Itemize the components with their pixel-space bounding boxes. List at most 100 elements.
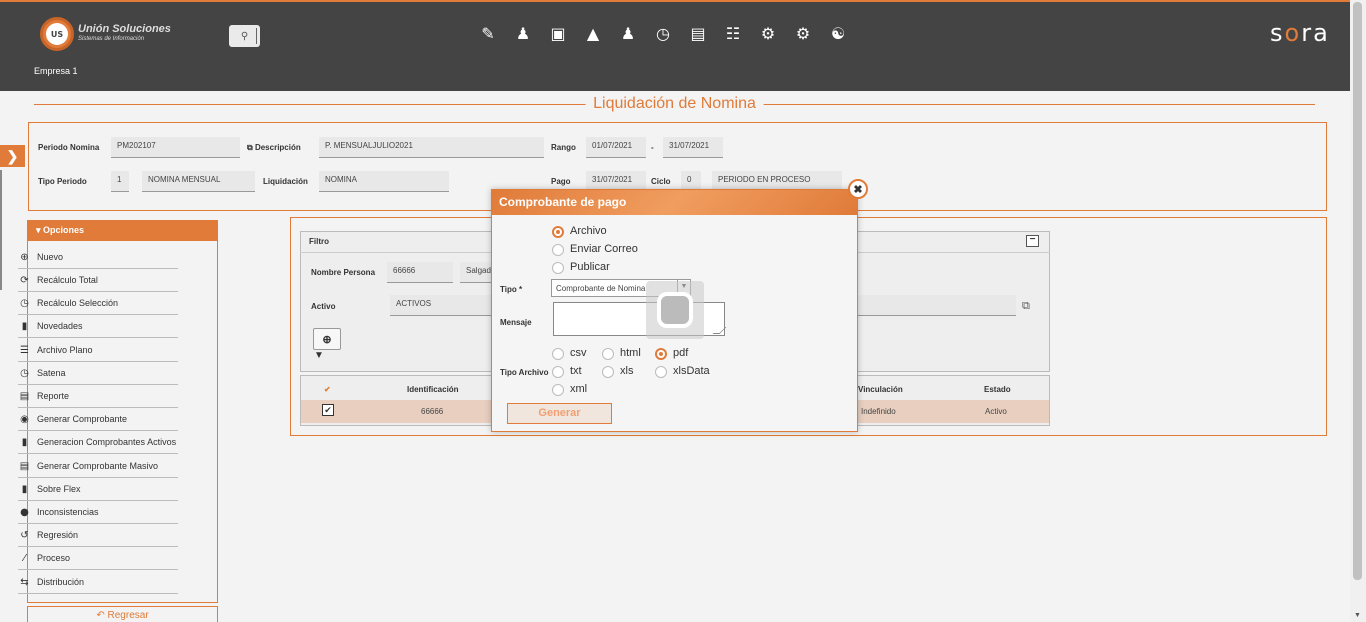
people-icon[interactable]: ♟ — [618, 22, 638, 44]
regresar-label: Regresar — [107, 610, 149, 621]
plus-icon: ⊕ — [322, 333, 332, 346]
radio-xlsdata[interactable] — [655, 366, 667, 378]
document-icon[interactable]: ▤ — [688, 22, 708, 44]
gift-icon[interactable]: ▣ — [548, 22, 568, 44]
radio-html-label[interactable]: html — [620, 347, 641, 359]
opcion-regresion[interactable]: ↺ Regresión — [18, 524, 178, 547]
module-toolbar: ✎ ♟ ▣ ▲ ♟ ◷ ▤ ☷ ⚙ ⚙ ☯ — [478, 22, 848, 44]
opciones-header[interactable]: ▾ Opciones — [28, 221, 217, 241]
radio-xls-label[interactable]: xls — [620, 365, 633, 377]
opcion-label: Generar Comprobante Masivo — [37, 461, 159, 471]
radio-enviar-correo[interactable] — [552, 244, 564, 256]
radio-pdf[interactable] — [655, 348, 667, 360]
org-icon[interactable]: ▲ — [583, 22, 603, 44]
rango-separator: - — [651, 143, 654, 152]
opcion-distribucion[interactable]: ⇆ Distribución — [18, 571, 178, 594]
radio-archivo-label[interactable]: Archivo — [570, 225, 607, 237]
app-logo[interactable]: US Unión Soluciones Sistemas de Informac… — [40, 17, 171, 51]
radio-html[interactable] — [602, 348, 614, 360]
cert-icon[interactable]: ⚙ — [793, 22, 813, 44]
col-estado[interactable]: Estado — [984, 385, 1011, 394]
opcion-novedades[interactable]: ▮ Novedades — [18, 315, 178, 338]
loading-icon — [657, 292, 693, 328]
add-filter-button[interactable]: ⊕ — [313, 328, 341, 350]
nombre-persona-field[interactable]: Salgad — [460, 262, 492, 283]
radio-archivo[interactable] — [552, 226, 564, 238]
opcion-proceso[interactable]: ⁄ Proceso — [18, 547, 178, 570]
generar-button[interactable]: Generar — [507, 403, 612, 424]
collapse-button[interactable]: − — [1026, 235, 1039, 247]
person-icon[interactable]: ♟ — [513, 22, 533, 44]
side-panel-toggle[interactable]: ❯ — [0, 145, 25, 167]
radio-pdf-label[interactable]: pdf — [673, 347, 688, 359]
col-identificacion[interactable]: Identificación — [407, 385, 459, 394]
copy-icon[interactable]: ⧉ — [247, 143, 253, 152]
opcion-recalculo-seleccion[interactable]: ◷ Recálculo Selección — [18, 292, 178, 315]
group-icon[interactable]: ☯ — [828, 22, 848, 44]
radio-txt[interactable] — [552, 366, 564, 378]
radio-xls[interactable] — [602, 366, 614, 378]
logo-mark-text: US — [46, 23, 68, 45]
timer-icon[interactable]: ◷ — [653, 22, 673, 44]
clear-filter-icon[interactable]: ▼ — [314, 350, 324, 361]
opcion-generar-comprobante[interactable]: ◉ Generar Comprobante — [18, 408, 178, 431]
liquidacion-field[interactable]: NOMINA — [319, 171, 449, 192]
tipo-label: Tipo * — [500, 285, 523, 294]
opcion-archivo-plano[interactable]: ☰ Archivo Plano — [18, 339, 178, 362]
row-checkbox[interactable]: ✔ — [322, 404, 334, 416]
opcion-reporte[interactable]: ▤ Reporte — [18, 385, 178, 408]
opcion-label: Sobre Flex — [37, 484, 81, 494]
regresar-button[interactable]: ↶ Regresar — [27, 606, 218, 622]
gears-icon[interactable]: ⚙ — [758, 22, 778, 44]
opcion-inconsistencias[interactable]: ● Inconsistencias — [18, 501, 178, 524]
liquidacion-label: Liquidación — [263, 177, 308, 186]
radio-csv[interactable] — [552, 348, 564, 360]
opcion-generacion-comprobantes-activos[interactable]: ▮ Generacion Comprobantes Activos — [18, 431, 178, 454]
radio-xml-label[interactable]: xml — [570, 383, 587, 395]
opcion-nuevo[interactable]: ⊕ Nuevo — [18, 246, 178, 269]
periodo-field[interactable]: PM202107 — [111, 137, 240, 158]
radio-csv-label[interactable]: csv — [570, 347, 587, 359]
clock-icon: ◷ — [20, 367, 29, 379]
form-icon[interactable]: ✎ — [478, 22, 498, 44]
rango-to-field[interactable]: 31/07/2021 — [663, 137, 723, 158]
page-scrollbar[interactable]: ▼ — [1350, 0, 1366, 622]
radio-publicar[interactable] — [552, 262, 564, 274]
scroll-down-icon[interactable]: ▼ — [1354, 612, 1361, 619]
company-name[interactable]: Empresa 1 — [34, 66, 78, 76]
nombre-persona-code[interactable]: 66666 — [387, 262, 453, 283]
opcion-label: Satena — [37, 368, 66, 378]
radio-xlsdata-label[interactable]: xlsData — [673, 365, 710, 377]
cell-identificacion: 66666 — [421, 407, 444, 416]
opcion-label: Distribución — [37, 577, 85, 587]
opcion-satena[interactable]: ◷ Satena — [18, 362, 178, 385]
tipo-periodo-code[interactable]: 1 — [111, 171, 129, 192]
radio-txt-label[interactable]: txt — [570, 365, 582, 377]
opcion-sobre-flex[interactable]: ▮ Sobre Flex — [18, 478, 178, 501]
page-title-row: Liquidación de Nomina — [34, 95, 1315, 113]
clock-icon: ◷ — [20, 297, 29, 309]
opcion-label: Recálculo Selección — [37, 298, 119, 308]
clip-icon: ⁄ — [23, 552, 26, 564]
board-icon[interactable]: ☷ — [723, 22, 743, 44]
activo-field[interactable]: ACTIVOS — [390, 295, 492, 316]
select-all-header[interactable]: ✔ — [324, 385, 331, 394]
radio-xml[interactable] — [552, 384, 564, 396]
col-vinculacion[interactable]: Vinculación — [858, 385, 903, 394]
copy-icon[interactable]: ⧉ — [1022, 300, 1030, 313]
search-button[interactable]: ⚲ — [229, 25, 260, 47]
filter-field-right[interactable] — [858, 295, 1016, 316]
periodo-label: Periodo Nomina — [38, 143, 100, 152]
lines-icon: ☰ — [20, 344, 29, 356]
eye-icon: ◉ — [20, 413, 29, 425]
opciones-title: Opciones — [43, 225, 85, 235]
rango-from-field[interactable]: 01/07/2021 — [586, 137, 646, 158]
opcion-generar-comprobante-masivo[interactable]: ▤ Generar Comprobante Masivo — [18, 455, 178, 478]
opcion-recalculo-total[interactable]: ⟳ Recálculo Total — [18, 269, 178, 292]
radio-enviar-correo-label[interactable]: Enviar Correo — [570, 243, 638, 255]
scrollbar-thumb[interactable] — [1353, 2, 1362, 580]
tipo-periodo-field[interactable]: NOMINA MENSUAL — [142, 171, 255, 192]
close-icon[interactable]: ✖ — [848, 179, 868, 199]
radio-publicar-label[interactable]: Publicar — [570, 261, 610, 273]
descripcion-field[interactable]: P. MENSUALJULIO2021 — [319, 137, 544, 158]
